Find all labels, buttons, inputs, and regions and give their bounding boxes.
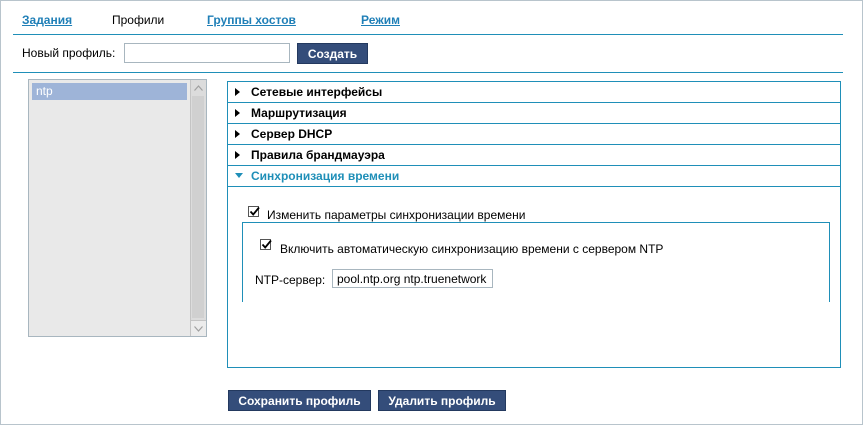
tab-host-groups[interactable]: Группы хостов: [207, 13, 296, 27]
new-profile-label: Новый профиль:: [22, 46, 116, 60]
profile-list-scrollbar[interactable]: [190, 80, 206, 336]
delete-profile-button[interactable]: Удалить профиль: [378, 390, 506, 411]
triangle-down-icon: [235, 166, 243, 187]
save-profile-button[interactable]: Сохранить профиль: [228, 390, 371, 411]
tab-mode[interactable]: Режим: [361, 13, 400, 27]
profile-list[interactable]: ntp: [28, 79, 207, 337]
scroll-down-icon[interactable]: [191, 320, 206, 336]
profile-list-item[interactable]: ntp: [32, 83, 187, 100]
section-label: Правила брандмауэра: [251, 148, 385, 162]
section-network-interfaces[interactable]: Сетевые интерфейсы: [228, 82, 840, 103]
section-time-sync[interactable]: Синхронизация времени: [228, 166, 840, 187]
section-dhcp-server[interactable]: Сервер DHCP: [228, 124, 840, 145]
scroll-up-icon[interactable]: [191, 80, 206, 95]
change-params-label: Изменить параметры синхронизации времени: [267, 208, 526, 222]
section-firewall-rules[interactable]: Правила брандмауэра: [228, 145, 840, 166]
triangle-right-icon: [235, 145, 241, 167]
ntp-settings-group: [242, 222, 830, 302]
triangle-right-icon: [235, 82, 241, 104]
auto-sync-label: Включить автоматическую синхронизацию вр…: [280, 242, 664, 256]
tabs-divider: [13, 34, 843, 35]
auto-sync-checkbox[interactable]: [260, 239, 272, 250]
section-divider: [13, 72, 843, 73]
section-routing[interactable]: Маршрутизация: [228, 103, 840, 124]
section-label: Синхронизация времени: [251, 169, 400, 183]
section-label: Сервер DHCP: [251, 127, 333, 141]
tab-profiles[interactable]: Профили: [112, 13, 164, 27]
tab-bar: Задания Профили Группы хостов Режим: [1, 1, 862, 34]
create-button[interactable]: Создать: [297, 43, 368, 64]
change-params-checkbox[interactable]: [248, 206, 260, 217]
ntp-server-input[interactable]: [332, 269, 493, 288]
triangle-right-icon: [235, 124, 241, 146]
checkmark-icon: [249, 206, 260, 216]
tab-tasks[interactable]: Задания: [22, 13, 72, 27]
new-profile-input[interactable]: [124, 43, 290, 63]
checkmark-icon: [261, 239, 272, 249]
section-label: Сетевые интерфейсы: [251, 85, 383, 99]
section-label: Маршрутизация: [251, 106, 347, 120]
ntp-server-label: NTP-сервер:: [255, 273, 326, 287]
window-frame: Задания Профили Группы хостов Режим Новы…: [0, 0, 863, 425]
triangle-right-icon: [235, 103, 241, 125]
scroll-thumb[interactable]: [192, 96, 204, 318]
